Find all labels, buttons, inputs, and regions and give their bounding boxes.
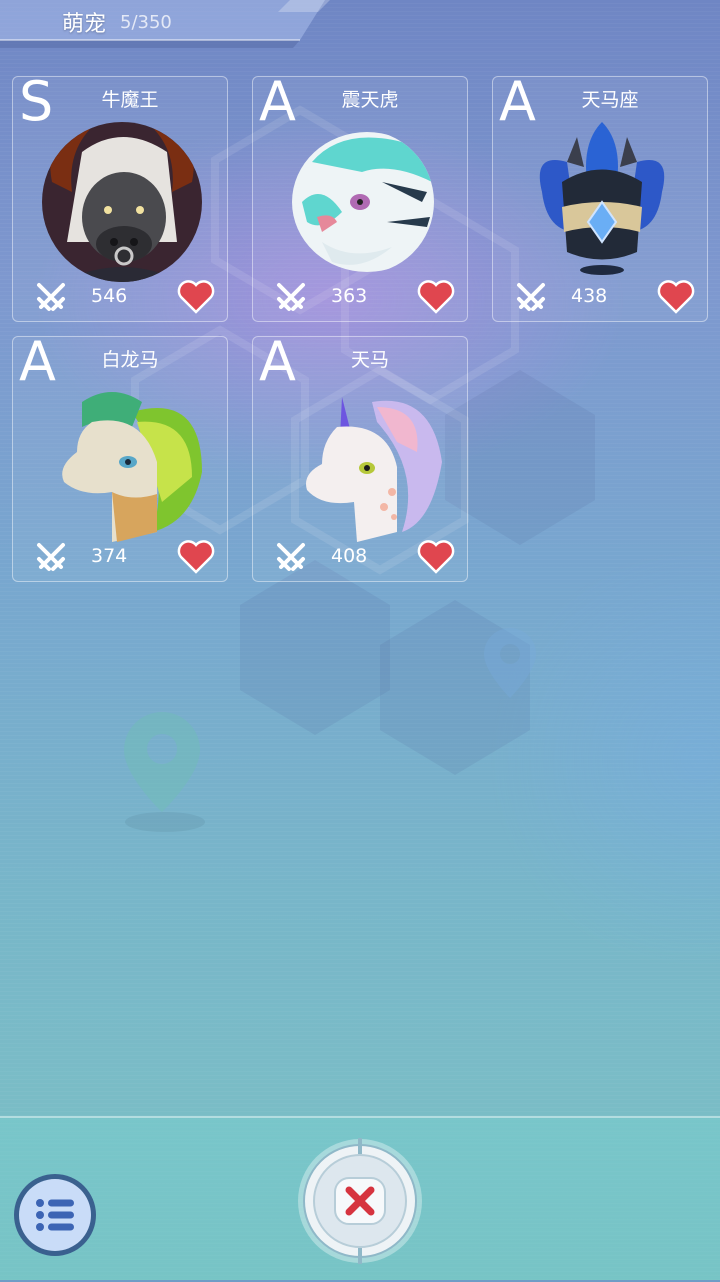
pet-card[interactable]: S 牛魔王 546: [12, 75, 228, 322]
power-value: 438: [571, 285, 608, 307]
pet-count: 5/350: [120, 12, 172, 33]
pet-name: 白龙马: [101, 349, 159, 371]
heart-icon[interactable]: [176, 537, 216, 575]
menu-button[interactable]: [13, 1173, 97, 1257]
list-menu-icon: [36, 1199, 74, 1231]
heart-icon[interactable]: [656, 277, 696, 315]
heart-icon[interactable]: [416, 277, 456, 315]
crossed-swords-icon: [517, 283, 545, 311]
location-pin-icon: [484, 628, 536, 698]
pegasus-helmet-portrait: [539, 122, 665, 275]
pet-card[interactable]: A 天马 408: [252, 335, 468, 582]
heart-icon[interactable]: [416, 537, 456, 575]
crossed-swords-icon: [37, 283, 65, 311]
power-value: 363: [331, 285, 368, 307]
close-button[interactable]: [297, 1138, 423, 1264]
pet-card[interactable]: A 白龙马 374: [12, 335, 228, 582]
power-value: 408: [331, 545, 368, 567]
location-pin-icon: [124, 712, 200, 812]
pet-card[interactable]: A 震天虎 363: [252, 75, 468, 322]
heart-icon[interactable]: [176, 277, 216, 315]
bull-demon-king-portrait: [42, 122, 202, 282]
power-value: 546: [91, 285, 128, 307]
pet-name: 天马: [350, 349, 389, 371]
header-bar: 萌宠 5/350: [0, 0, 330, 48]
pet-name: 震天虎: [341, 89, 399, 111]
white-dragon-horse-portrait: [62, 392, 202, 542]
crossed-swords-icon: [277, 543, 305, 571]
pet-name: 天马座: [581, 89, 639, 111]
pet-card[interactable]: A 天马座 438: [492, 75, 708, 322]
page-title: 萌宠: [62, 12, 107, 37]
pet-name: 牛魔王: [101, 89, 159, 111]
unicorn-portrait: [306, 397, 442, 542]
power-value: 374: [91, 545, 128, 567]
crossed-swords-icon: [277, 283, 305, 311]
crossed-swords-icon: [37, 543, 65, 571]
white-tiger-portrait: [292, 132, 434, 272]
